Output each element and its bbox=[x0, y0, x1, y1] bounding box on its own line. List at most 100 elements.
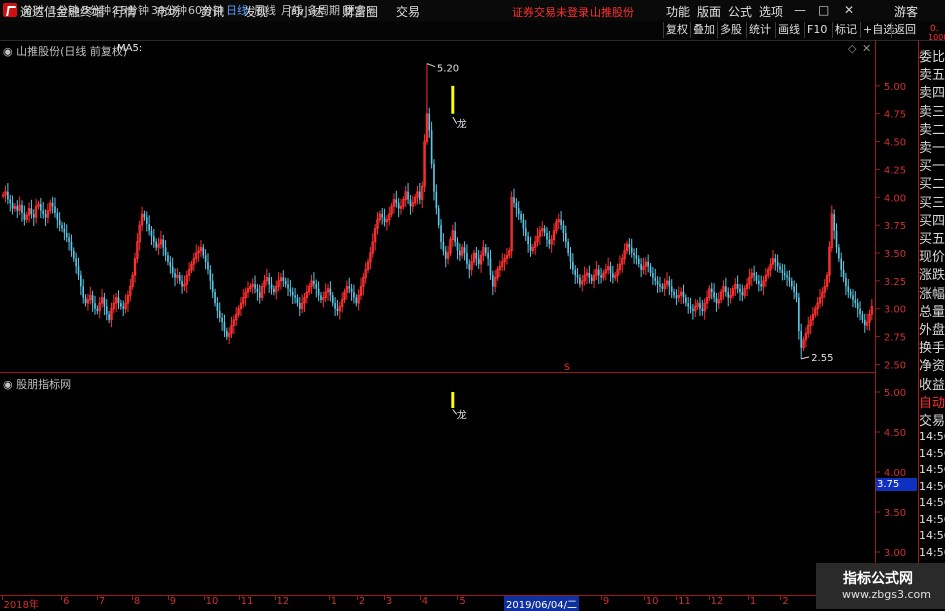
candle-body bbox=[661, 286, 664, 289]
tf-multi[interactable]: 多周期 bbox=[307, 2, 340, 18]
candle-body bbox=[710, 288, 713, 292]
candle-body bbox=[211, 280, 214, 292]
menu-layout[interactable]: 版面 bbox=[697, 3, 721, 20]
candle-body bbox=[687, 303, 690, 307]
candle-body bbox=[65, 232, 68, 238]
overlay-button[interactable]: 叠加 bbox=[690, 22, 717, 38]
tf-monthly[interactable]: 月线 bbox=[281, 2, 303, 18]
candle-body bbox=[320, 295, 322, 300]
sub-y-tick-label: 4.50 bbox=[884, 428, 906, 439]
candle-body bbox=[42, 210, 45, 214]
candle-body bbox=[428, 113, 431, 131]
tf-weekly[interactable]: 周线 bbox=[254, 2, 276, 18]
candle-body bbox=[145, 217, 148, 225]
candle-body bbox=[861, 314, 864, 320]
chevron-right-icon[interactable]: › bbox=[367, 2, 371, 15]
menu-options[interactable]: 选项 bbox=[759, 3, 783, 20]
menu-trade[interactable]: 交易 bbox=[396, 3, 420, 20]
candle-body bbox=[444, 250, 447, 259]
candle-body bbox=[331, 295, 334, 304]
stats-button[interactable]: 统计 bbox=[746, 22, 773, 38]
x-axis bbox=[0, 595, 945, 610]
candle-body bbox=[588, 273, 591, 278]
x-tick-mark bbox=[676, 596, 678, 600]
candle-body bbox=[630, 247, 633, 253]
candle-body bbox=[564, 232, 567, 242]
x-tick-mark bbox=[274, 596, 276, 600]
candle-body bbox=[167, 255, 169, 262]
candle-body bbox=[117, 297, 120, 304]
minimize-icon[interactable]: — bbox=[794, 3, 806, 17]
candle-body bbox=[800, 331, 803, 348]
candle-body bbox=[348, 286, 351, 289]
signal-label: 龙 bbox=[457, 118, 467, 131]
candle-body bbox=[51, 202, 54, 207]
quote-item: 交易 bbox=[919, 414, 945, 429]
close-icon[interactable]: ✕ bbox=[844, 3, 854, 17]
y-tick-label: 3.00 bbox=[884, 305, 906, 316]
tf-more[interactable]: 更多 bbox=[344, 2, 366, 18]
tf-1min[interactable]: 1分钟 bbox=[50, 2, 79, 18]
multi-stock-button[interactable]: 多股 bbox=[717, 22, 744, 38]
candle-body bbox=[685, 297, 687, 304]
adjust-button[interactable]: 复权 bbox=[663, 22, 690, 38]
x-tick-label: 12 bbox=[276, 596, 290, 607]
tf-15min[interactable]: 15分钟 bbox=[113, 2, 149, 18]
candle-body bbox=[520, 214, 522, 220]
x-tick-label: 9 bbox=[602, 596, 610, 607]
f10-button[interactable]: F10 bbox=[804, 22, 829, 38]
back-button[interactable]: 返回 bbox=[891, 22, 918, 38]
sub-y-tick-label: 3.00 bbox=[884, 548, 906, 559]
guest-label[interactable]: 游客 bbox=[894, 3, 918, 20]
candle-body bbox=[776, 261, 779, 267]
mark-button[interactable]: 标记 bbox=[832, 22, 859, 38]
candle-body bbox=[153, 236, 155, 242]
candle-body bbox=[649, 266, 652, 274]
candle-body bbox=[298, 303, 301, 309]
candle-body bbox=[256, 288, 259, 292]
candle-body bbox=[225, 331, 228, 337]
candle-body bbox=[70, 241, 73, 251]
tick-time: 14:56 bbox=[919, 512, 945, 526]
tf-30min[interactable]: 30分钟 bbox=[151, 2, 187, 18]
candle-body bbox=[736, 284, 739, 289]
panel-top-b: 1000 bbox=[928, 33, 945, 42]
candle-body bbox=[675, 295, 678, 298]
candle-body bbox=[760, 284, 763, 287]
high-label: 5.20 bbox=[437, 64, 459, 75]
account-status[interactable]: 证券交易未登录 bbox=[512, 4, 589, 20]
menu-function[interactable]: 功能 bbox=[666, 3, 690, 20]
candle-body bbox=[419, 191, 421, 200]
candle-body bbox=[294, 295, 296, 298]
candle-body bbox=[859, 308, 861, 315]
candle-body bbox=[317, 288, 320, 296]
quote-item: 换手 bbox=[919, 341, 945, 357]
y-tick-label: 2.75 bbox=[884, 333, 906, 344]
candle-body bbox=[350, 288, 353, 292]
high-pointer bbox=[426, 63, 436, 68]
candle-body bbox=[715, 297, 718, 304]
app-logo-icon bbox=[3, 3, 17, 17]
tf-intraday[interactable]: 分时 bbox=[22, 2, 44, 18]
candle-body bbox=[171, 266, 174, 274]
draw-button[interactable]: 画线 bbox=[775, 22, 802, 38]
kline-chart[interactable]: 5.20 2.55 龙 S 龙 5.00 4.75 4.50 4.25 4.00 3.75 3.5… bbox=[0, 40, 918, 595]
candle-body bbox=[652, 273, 654, 278]
sub-signal-bar bbox=[451, 392, 455, 408]
quote-item: 涨跌 bbox=[919, 268, 945, 284]
tf-daily[interactable]: 日线 bbox=[226, 2, 248, 18]
y-tick-label: 2.50 bbox=[884, 360, 906, 371]
sub-y-axis: 5.004.504.003.503.00 bbox=[875, 388, 906, 559]
menu-formula[interactable]: 公式 bbox=[728, 3, 752, 20]
candle-body bbox=[543, 228, 546, 233]
candle-body bbox=[282, 277, 285, 281]
y-tick-label: 3.75 bbox=[884, 221, 906, 232]
candle-body bbox=[32, 214, 35, 218]
maximize-icon[interactable]: □ bbox=[818, 3, 829, 17]
tf-60min[interactable]: 60分钟 bbox=[188, 2, 224, 18]
candle-body bbox=[755, 275, 758, 281]
tf-5min[interactable]: 5分钟 bbox=[82, 2, 111, 18]
x-tick-label: 2 bbox=[782, 596, 789, 607]
candle-body bbox=[527, 236, 529, 245]
x-tick-label: 11 bbox=[678, 596, 691, 607]
